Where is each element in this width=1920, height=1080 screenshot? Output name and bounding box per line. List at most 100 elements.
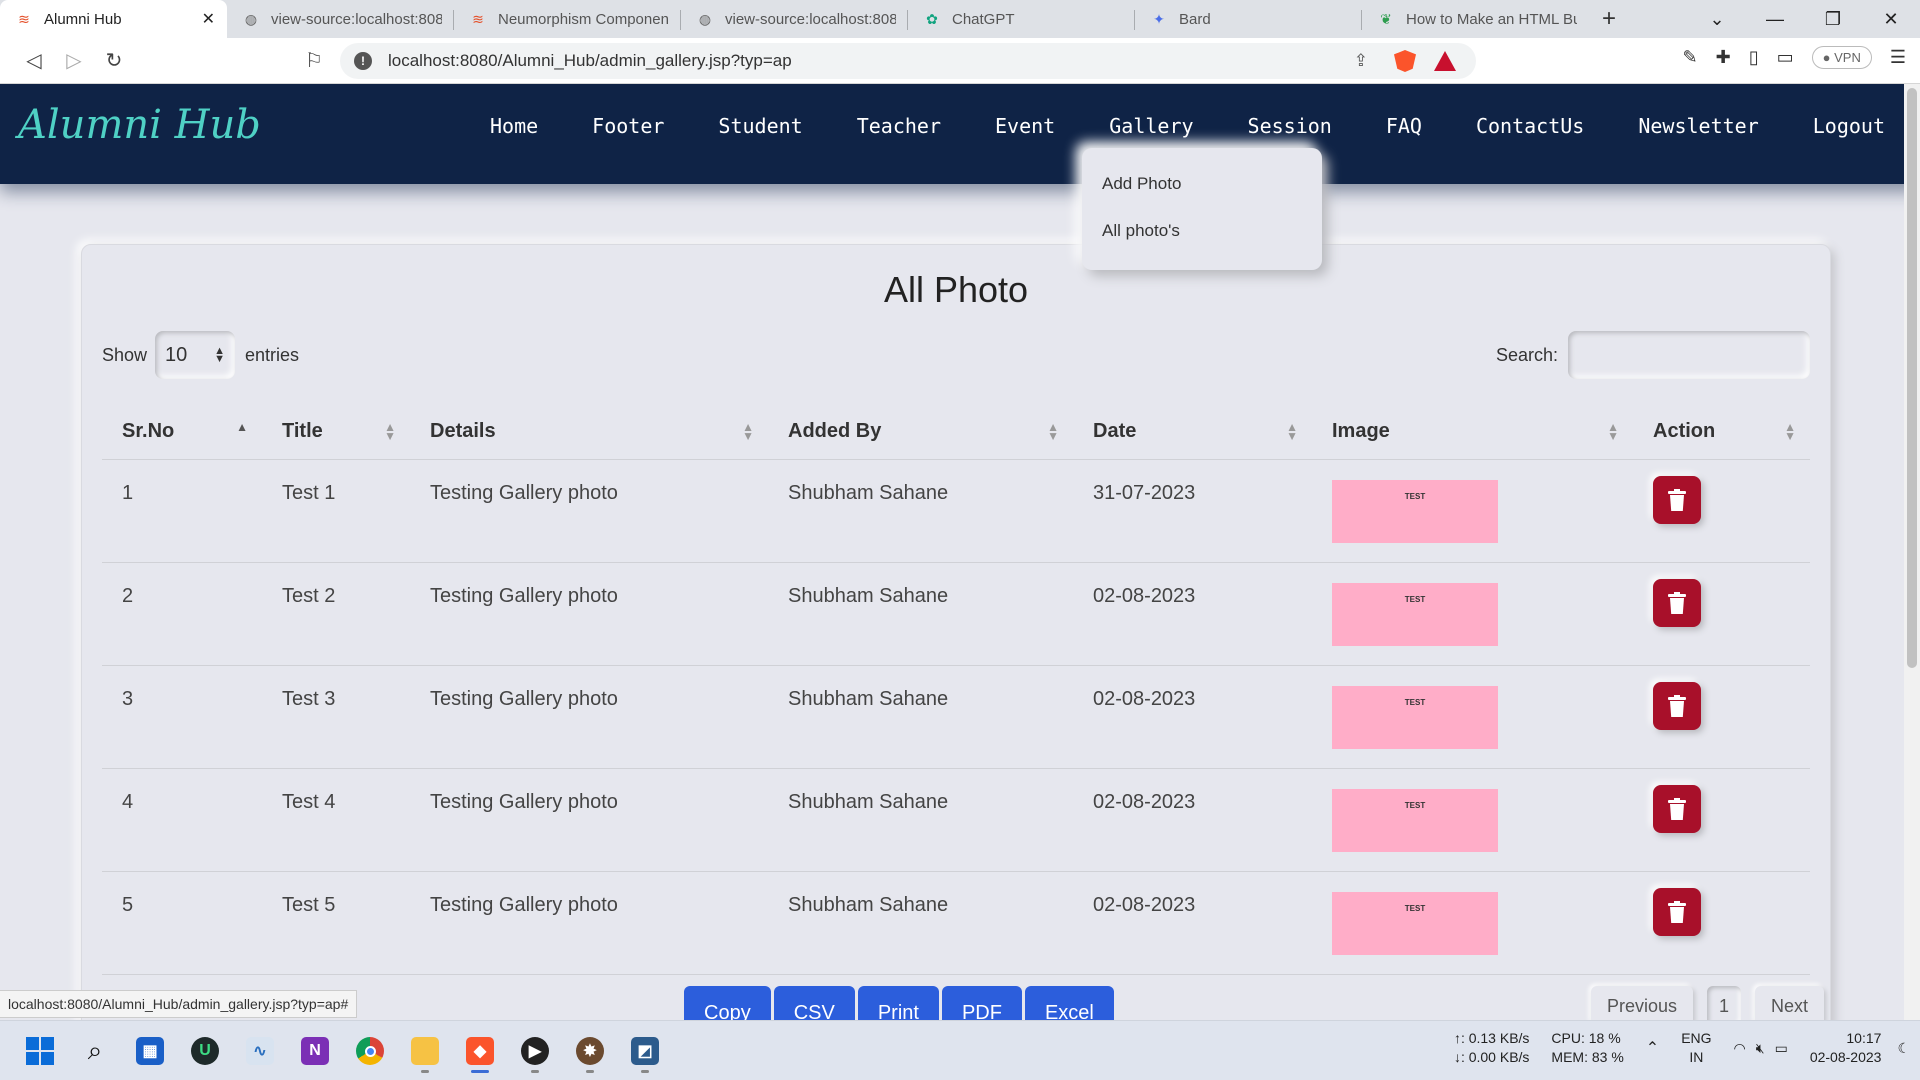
col-image[interactable]: Image ▲ ▼ (1312, 405, 1633, 460)
upwork-app[interactable]: U (185, 1029, 225, 1073)
nav-student[interactable]: Student (718, 114, 802, 138)
browser-tab-strip: ≋ Alumni Hub ✕ ◍ view-source:localhost:8… (0, 0, 1920, 38)
store-app[interactable]: ▦ (130, 1029, 170, 1073)
brand-logo[interactable]: Alumni Hub (18, 102, 261, 148)
reload-icon[interactable]: ↻ (94, 48, 134, 73)
sidebar-icon[interactable]: ▯ (1749, 47, 1759, 68)
print-button[interactable]: Print (857, 986, 939, 1020)
muted-speaker-icon[interactable]: 🔇︎ (1756, 1039, 1765, 1058)
cell-added-by: Shubham Sahane (768, 768, 1073, 872)
vpn-button[interactable]: ● VPN (1811, 46, 1872, 69)
search-button[interactable]: ⌕ (75, 1029, 115, 1073)
site-info-icon[interactable]: ! (354, 52, 372, 70)
address-bar[interactable]: ! localhost:8080/Alumni_Hub/admin_galler… (340, 43, 1476, 79)
chrome-app[interactable] (350, 1029, 390, 1073)
col-added-by[interactable]: Added By ▲ ▼ (768, 405, 1073, 460)
brave-icon: ◆ (466, 1037, 494, 1065)
menu-item-add-photo[interactable]: Add Photo (1082, 174, 1322, 221)
tab-label: How to Make an HTML But (1406, 10, 1577, 28)
nav-session[interactable]: Session (1248, 114, 1332, 138)
delete-button[interactable] (1653, 784, 1701, 833)
tab-chatgpt[interactable]: ✿ ChatGPT (908, 0, 1135, 38)
wallet-icon[interactable]: ▭ (1777, 47, 1794, 68)
media-player-app[interactable]: ▶ (515, 1029, 555, 1073)
page-1-button[interactable]: 1 (1706, 986, 1741, 1020)
back-icon[interactable]: ◁ (14, 48, 54, 73)
col-date[interactable]: Date ▲ ▼ (1073, 405, 1312, 460)
menu-icon[interactable]: ☰ (1890, 47, 1906, 68)
csv-button[interactable]: CSV (773, 986, 855, 1020)
entries-length-control: Show 10 ▲ ▼ entries (102, 331, 299, 379)
monitor-app[interactable]: ∿ (240, 1029, 280, 1073)
trash-icon (1668, 488, 1686, 511)
battery-icon[interactable]: ▭ (1775, 1039, 1788, 1058)
eyedropper-icon[interactable]: ✎ (1683, 47, 1698, 68)
tomcat-app[interactable]: ✸ (570, 1029, 610, 1073)
pdf-button[interactable]: PDF (941, 986, 1022, 1020)
close-window-icon[interactable]: ✕ (1862, 0, 1920, 38)
forward-icon[interactable]: ▷ (54, 48, 94, 73)
nav-gallery[interactable]: Gallery (1109, 114, 1193, 138)
search-input[interactable] (1568, 331, 1810, 379)
tab-view-source-1[interactable]: ◍ view-source:localhost:8080 (227, 0, 454, 38)
gallery-dropdown: Add Photo All photo's (1082, 148, 1322, 270)
tab-neumorphism[interactable]: ≋ Neumorphism Component (454, 0, 681, 38)
menu-item-all-photos[interactable]: All photo's (1082, 221, 1322, 268)
nav-home[interactable]: Home (490, 114, 538, 138)
language-indicator[interactable]: ENG IN (1681, 1029, 1711, 1067)
nav-logout[interactable]: Logout (1813, 114, 1885, 138)
nav-footer[interactable]: Footer (592, 114, 664, 138)
tab-html-button[interactable]: ❦ How to Make an HTML But (1362, 0, 1589, 38)
excel-button[interactable]: Excel (1024, 986, 1114, 1020)
table-row: 4 Test 4 Testing Gallery photo Shubham S… (102, 768, 1810, 872)
brave-app[interactable]: ◆ (460, 1029, 500, 1073)
netbeans-app[interactable]: ◩ (625, 1029, 665, 1073)
close-tab-icon[interactable]: ✕ (202, 9, 215, 29)
tab-alumni-hub[interactable]: ≋ Alumni Hub ✕ (0, 0, 227, 38)
share-icon[interactable]: ⇪ (1354, 51, 1368, 71)
file-explorer-app[interactable] (405, 1029, 445, 1073)
new-tab-button[interactable]: + (1589, 0, 1629, 38)
chevron-up-icon[interactable]: ⌃ (1646, 1039, 1659, 1058)
next-button[interactable]: Next (1754, 986, 1824, 1020)
delete-button[interactable] (1653, 681, 1701, 730)
globe-icon: ◍ (698, 10, 712, 27)
col-srno[interactable]: Sr.No▲▼ (102, 405, 262, 460)
previous-button[interactable]: Previous (1590, 986, 1693, 1020)
onenote-app[interactable]: N (295, 1029, 335, 1073)
tab-search-icon[interactable]: ⌄ (1688, 0, 1746, 38)
brave-rewards-icon[interactable] (1434, 51, 1456, 71)
nav-event[interactable]: Event (995, 114, 1055, 138)
nav-teacher[interactable]: Teacher (857, 114, 941, 138)
nav-faq[interactable]: FAQ (1386, 114, 1422, 138)
minimize-icon[interactable]: — (1746, 0, 1804, 38)
entries-select[interactable]: 10 ▲ ▼ (155, 331, 236, 379)
extensions-icon[interactable]: ✚ (1716, 47, 1731, 68)
delete-button[interactable] (1653, 887, 1701, 936)
wifi-icon[interactable]: ◠ (1734, 1039, 1746, 1058)
store-icon: ▦ (136, 1037, 164, 1065)
delete-button[interactable] (1653, 578, 1701, 627)
restore-icon[interactable]: ❐ (1804, 0, 1862, 38)
start-button[interactable] (20, 1029, 60, 1073)
col-title[interactable]: Title ▲ ▼ (262, 405, 410, 460)
photo-thumbnail: TEST (1332, 479, 1498, 543)
col-action[interactable]: Action ▲ ▼ (1633, 405, 1810, 460)
cell-date: 02-08-2023 (1073, 768, 1312, 872)
tab-bard[interactable]: ✦ Bard (1135, 0, 1362, 38)
clock[interactable]: 10:17 02-08-2023 (1810, 1029, 1882, 1067)
col-details[interactable]: Details ▲ ▼ (410, 405, 768, 460)
copy-button[interactable]: Copy (684, 986, 771, 1020)
delete-button[interactable] (1653, 475, 1701, 524)
sort-icon: ▲ ▼ (1047, 420, 1059, 443)
nav-newsletter[interactable]: Newsletter (1638, 114, 1758, 138)
notifications-icon[interactable]: ☾ (1897, 1039, 1910, 1058)
tab-view-source-2[interactable]: ◍ view-source:localhost:8080 (681, 0, 908, 38)
site-navbar: Alumni Hub Home Footer Student Teacher E… (0, 84, 1920, 184)
main-nav: Home Footer Student Teacher Event Galler… (463, 114, 1912, 138)
scrollbar-thumb[interactable] (1907, 88, 1917, 668)
brave-shield-icon[interactable] (1394, 50, 1416, 72)
page-scrollbar[interactable] (1904, 84, 1920, 1020)
nav-contactus[interactable]: ContactUs (1476, 114, 1584, 138)
bookmark-icon[interactable]: ⚐ (294, 48, 334, 73)
